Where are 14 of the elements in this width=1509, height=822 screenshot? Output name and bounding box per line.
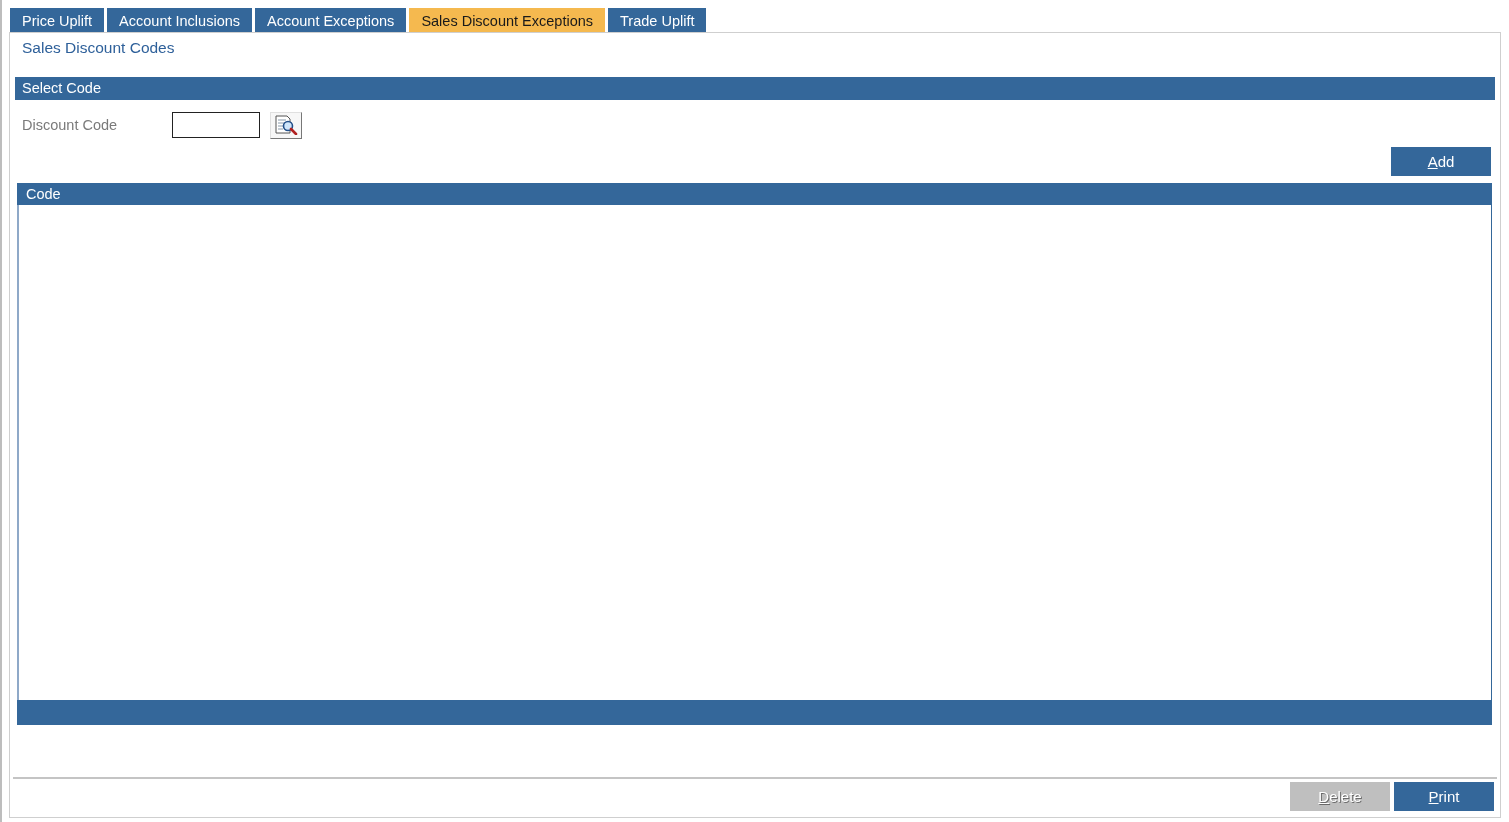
page-title: Sales Discount Codes	[21, 38, 175, 58]
print-button[interactable]: Print	[1394, 782, 1494, 811]
field-label: Discount Code	[22, 117, 119, 133]
document-search-icon	[274, 115, 298, 135]
section-header: Select Code	[15, 77, 1495, 100]
lookup-button[interactable]	[270, 111, 302, 139]
tab[interactable]: Trade Uplift	[608, 8, 707, 33]
tab[interactable]: Sales Discount Exceptions	[409, 8, 606, 33]
tab[interactable]: Account Inclusions	[107, 8, 252, 33]
column-header: Code	[26, 186, 61, 202]
add-button[interactable]: Add	[1391, 147, 1491, 176]
tab[interactable]: Account Exceptions	[255, 8, 407, 33]
tab[interactable]: Price Uplift	[10, 8, 105, 33]
discount-code-input[interactable]	[172, 112, 260, 138]
